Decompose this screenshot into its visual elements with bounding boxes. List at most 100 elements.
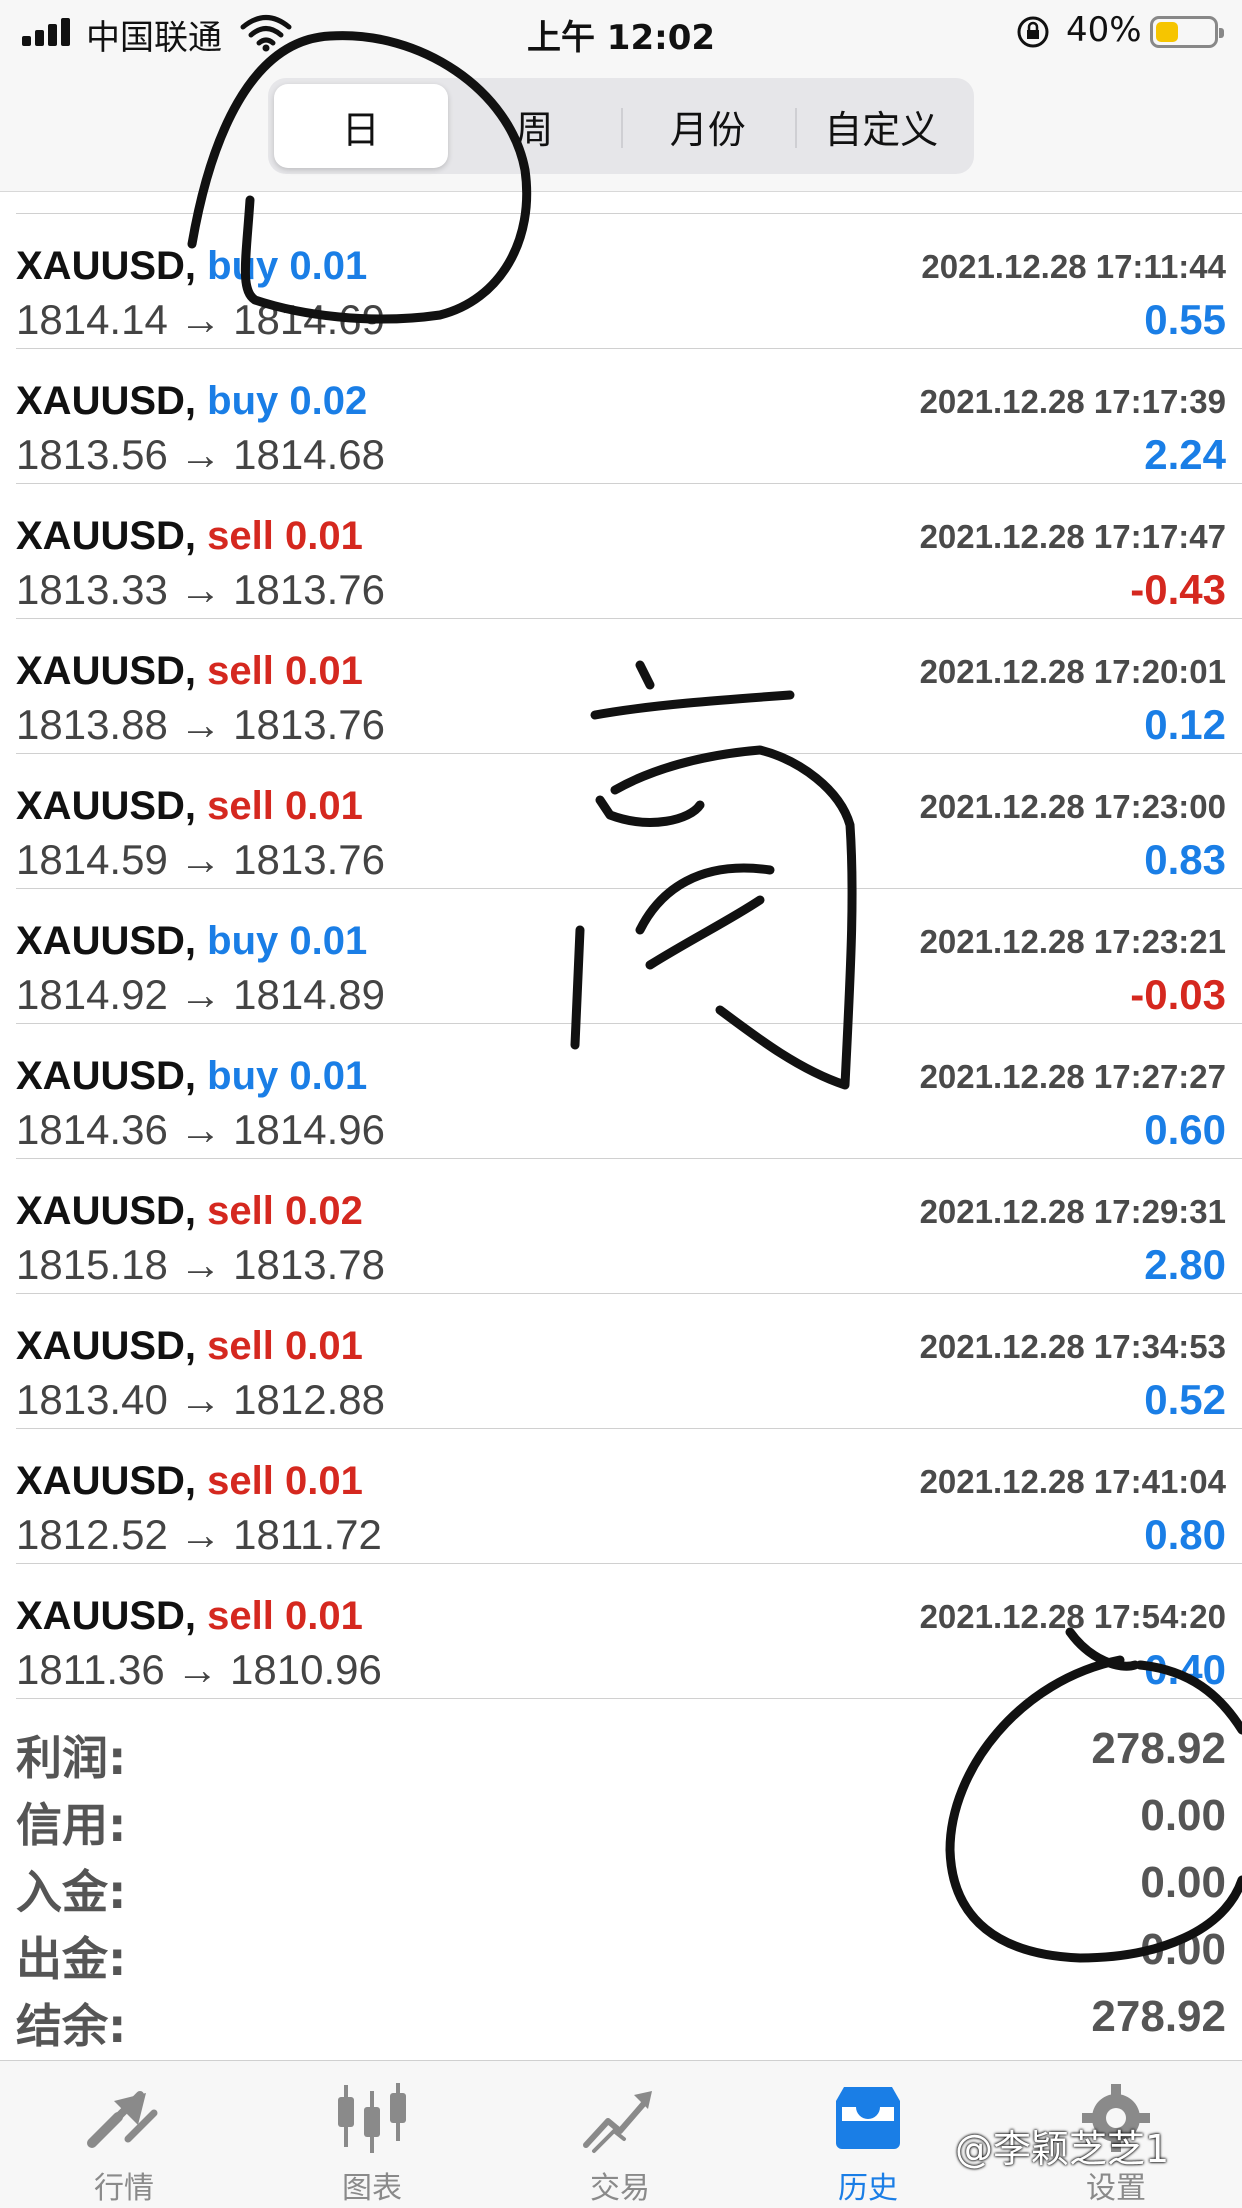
trade-time: 2021.12.28 17:11:44 — [921, 248, 1226, 285]
trade-time: 2021.12.28 17:29:31 — [919, 1193, 1226, 1230]
trade-prices: 1814.36 → 1814.96 — [16, 1106, 385, 1153]
trade-prices: 1811.36 → 1810.96 — [16, 1646, 382, 1693]
summary-label: 入金: — [16, 1865, 127, 1919]
trade-symbol: XAUUSD, sell 0.01 — [16, 1324, 363, 1369]
table-row[interactable]: XAUUSD, sell 0.01 2021.12.28 17:41:04 1812… — [16, 1429, 1242, 1564]
summary-row-credit: 信用: 0.00 — [16, 1785, 1226, 1852]
side-text: buy — [207, 379, 279, 423]
status-bar: 中国联通 上午 12:02 40% — [0, 0, 1242, 64]
trade-side: buy 0.01 — [207, 1054, 367, 1098]
trade-time: 2021.12.28 17:41:04 — [919, 1463, 1226, 1500]
symbol-text: XAUUSD, — [16, 1459, 197, 1503]
trade-prices: 1813.40 → 1812.88 — [16, 1376, 385, 1423]
volume-text: 0.01 — [285, 1594, 363, 1638]
side-text: sell — [207, 1189, 274, 1233]
trade-profit: 0.60 — [1144, 1106, 1226, 1153]
summary-label: 结余: — [16, 1999, 127, 2053]
symbol-text: XAUUSD, — [16, 1594, 197, 1638]
trade-side: sell 0.01 — [207, 784, 363, 828]
table-row[interactable]: XAUUSD, sell 0.01 2021.12.28 17:20:01 1813… — [16, 619, 1242, 754]
account-summary: 利润: 278.92 信用: 0.00 入金: 0.00 出金: 0.00 结余… — [16, 1718, 1226, 2053]
trade-time: 2021.12.28 17:17:47 — [919, 518, 1226, 555]
symbol-text: XAUUSD, — [16, 649, 197, 693]
table-row[interactable]: XAUUSD, buy 0.01 2021.12.28 17:27:27 1814.… — [16, 1024, 1242, 1159]
trade-profit: -0.03 — [1130, 971, 1226, 1018]
side-text: buy — [207, 244, 279, 288]
period-bar: 日 周 月份 自定义 — [0, 64, 1242, 192]
trade-profit: 0.12 — [1144, 701, 1226, 748]
summary-value: 278.92 — [1091, 1992, 1226, 2041]
table-row[interactable]: XAUUSD, sell 0.02 2021.12.28 17:29:31 1815… — [16, 1159, 1242, 1294]
table-row[interactable]: XAUUSD, sell 0.01 2021.12.28 17:34:53 1813… — [16, 1294, 1242, 1429]
symbol-text: XAUUSD, — [16, 1324, 197, 1368]
side-text: sell — [207, 784, 274, 828]
side-text: sell — [207, 514, 274, 558]
summary-row-balance: 结余: 278.92 — [16, 1986, 1226, 2053]
trade-symbol: XAUUSD, sell 0.02 — [16, 1189, 363, 1234]
trade-time: 2021.12.28 17:27:27 — [919, 1058, 1226, 1095]
trade-profit: 0.40 — [1144, 1646, 1226, 1693]
symbol-text: XAUUSD, — [16, 919, 197, 963]
trade-side: buy 0.02 — [207, 379, 367, 423]
volume-text: 0.01 — [289, 1054, 368, 1098]
quotes-icon — [87, 2091, 158, 2148]
partial-row — [16, 192, 1242, 214]
tab-chart[interactable]: 图表 — [248, 2061, 496, 2208]
summary-label: 出金: — [16, 1932, 127, 1986]
trade-symbol: XAUUSD, buy 0.01 — [16, 919, 367, 964]
tab-label: 图表 — [342, 2171, 402, 2206]
trade-time: 2021.12.28 17:20:01 — [919, 653, 1226, 690]
trade-profit: 2.24 — [1144, 431, 1226, 478]
tab-day[interactable]: 日 — [274, 84, 448, 168]
table-row[interactable]: XAUUSD, sell 0.01 2021.12.28 17:54:20 1811… — [16, 1564, 1242, 1699]
table-row[interactable]: XAUUSD, sell 0.01 2021.12.28 17:23:00 1814… — [16, 754, 1242, 889]
tab-custom[interactable]: 自定义 — [794, 84, 969, 168]
tab-trade[interactable]: 交易 — [496, 2061, 744, 2208]
trade-symbol: XAUUSD, buy 0.01 — [16, 244, 367, 289]
trade-prices: 1815.18 → 1813.78 — [16, 1241, 385, 1288]
tab-month[interactable]: 月份 — [621, 84, 795, 168]
trade-side: buy 0.01 — [207, 919, 367, 963]
trade-side: sell 0.01 — [207, 1459, 363, 1503]
trade-symbol: XAUUSD, sell 0.01 — [16, 784, 363, 829]
summary-label: 利润: — [16, 1731, 127, 1785]
orientation-lock-icon — [1017, 16, 1049, 48]
trade-profit: 0.83 — [1144, 836, 1226, 883]
trade-symbol: XAUUSD, sell 0.01 — [16, 649, 363, 694]
tab-label: 行情 — [94, 2171, 154, 2206]
trade-symbol: XAUUSD, buy 0.01 — [16, 1054, 367, 1099]
symbol-text: XAUUSD, — [16, 1189, 197, 1233]
side-text: sell — [207, 1594, 274, 1638]
symbol-text: XAUUSD, — [16, 379, 197, 423]
trade-symbol: XAUUSD, sell 0.01 — [16, 1459, 363, 1504]
trade-prices: 1814.92 → 1814.89 — [16, 971, 385, 1018]
trade-prices: 1813.88 → 1813.76 — [16, 701, 385, 748]
trade-symbol: XAUUSD, buy 0.02 — [16, 379, 367, 424]
summary-label: 信用: — [16, 1798, 127, 1852]
trade-history-list[interactable]: XAUUSD, buy 0.01 2021.12.28 17:11:44 1814.… — [0, 192, 1242, 1699]
trade-prices: 1813.56 → 1814.68 — [16, 431, 385, 478]
table-row[interactable]: XAUUSD, sell 0.01 2021.12.28 17:17:47 1813… — [16, 484, 1242, 619]
tab-quotes[interactable]: 行情 — [0, 2061, 248, 2208]
symbol-text: XAUUSD, — [16, 514, 197, 558]
trade-time: 2021.12.28 17:34:53 — [919, 1328, 1226, 1365]
tab-week[interactable]: 周 — [448, 84, 622, 168]
trade-side: sell 0.01 — [207, 514, 363, 558]
tab-label: 交易 — [590, 2171, 650, 2206]
symbol-text: XAUUSD, — [16, 1054, 197, 1098]
table-row[interactable]: XAUUSD, buy 0.02 2021.12.28 17:17:39 1813.… — [16, 349, 1242, 484]
volume-text: 0.01 — [285, 1324, 363, 1368]
volume-text: 0.01 — [289, 244, 368, 288]
table-row[interactable]: XAUUSD, buy 0.01 2021.12.28 17:11:44 1814.… — [16, 214, 1242, 349]
volume-text: 0.01 — [285, 649, 363, 693]
volume-text: 0.02 — [285, 1189, 363, 1233]
volume-text: 0.01 — [289, 919, 368, 963]
side-text: sell — [207, 649, 274, 693]
trade-time: 2021.12.28 17:23:21 — [919, 923, 1226, 960]
summary-value: 0.00 — [1140, 1858, 1226, 1907]
trade-prices: 1812.52 → 1811.72 — [16, 1511, 382, 1558]
history-icon — [836, 2087, 900, 2149]
table-row[interactable]: XAUUSD, buy 0.01 2021.12.28 17:23:21 1814.… — [16, 889, 1242, 1024]
trade-symbol: XAUUSD, sell 0.01 — [16, 514, 363, 559]
trade-symbol: XAUUSD, sell 0.01 — [16, 1594, 363, 1639]
